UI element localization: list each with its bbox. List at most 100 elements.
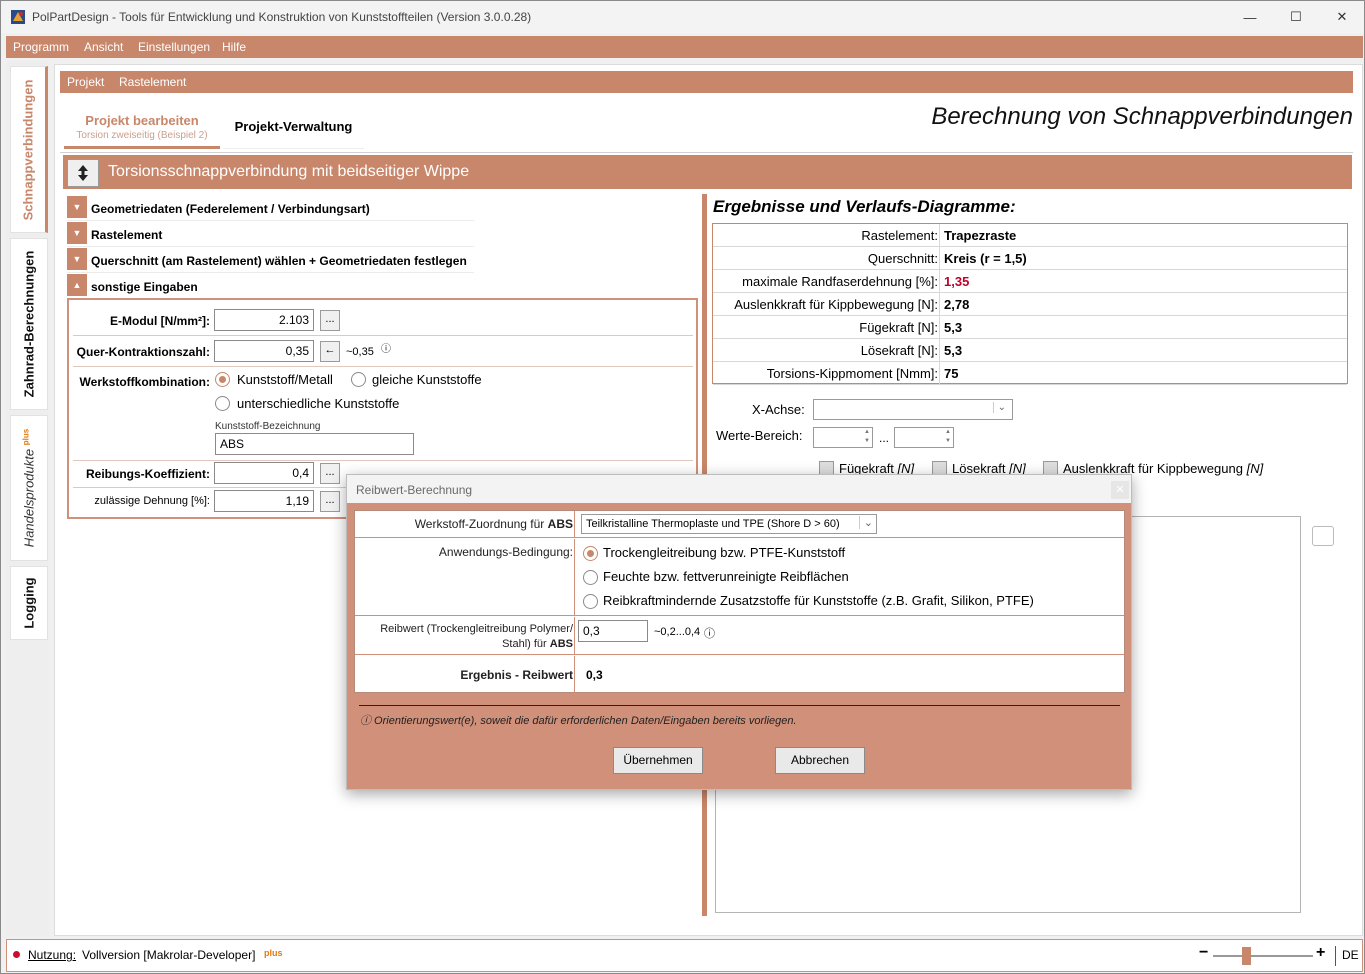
werte-min-spinner[interactable]: ▲ ▼: [813, 427, 873, 448]
dehnung-more-button[interactable]: ...: [320, 491, 340, 512]
radio-trockengleitreibung[interactable]: [583, 546, 598, 561]
chevron-down-icon: ▼: [67, 222, 87, 244]
chevron-up-icon: ▲: [67, 274, 87, 296]
werkstoff-zuordnung-dropdown[interactable]: Teilkristalline Thermoplaste und TPE (Sh…: [581, 514, 877, 534]
radio-unterschiedliche-kunststoffe[interactable]: [215, 396, 230, 411]
chevron-down-icon: ▼: [67, 248, 87, 270]
submenu-projekt[interactable]: Projekt: [67, 75, 104, 89]
kunststoff-bezeichnung-input[interactable]: ABS: [215, 433, 414, 455]
language-indicator[interactable]: DE: [1342, 948, 1359, 962]
quer-apply-button[interactable]: ←: [320, 341, 340, 362]
chevron-down-icon: ⌄: [858, 516, 873, 529]
menu-hilfe[interactable]: Hilfe: [222, 40, 246, 54]
dialog-title: Reibwert-Berechnung: [356, 483, 473, 497]
zoom-in-button[interactable]: +: [1316, 944, 1325, 962]
werte-max-spinner[interactable]: ▲ ▼: [894, 427, 954, 448]
zoom-slider-thumb[interactable]: [1242, 947, 1251, 965]
zoom-slider[interactable]: [1213, 955, 1313, 957]
menu-ansicht[interactable]: Ansicht: [84, 40, 123, 54]
result-row: Lösekraft [N]: 5,3: [713, 339, 1347, 362]
tab-projekt-bearbeiten[interactable]: Projekt bearbeiten Torsion zweiseitig (B…: [64, 105, 220, 149]
reibwert-label: Stahl) für: [502, 638, 547, 650]
minimize-button[interactable]: —: [1227, 1, 1273, 33]
result-key: maximale Randfaserdehnung [%]:: [742, 274, 938, 289]
side-tab-handelsprodukte[interactable]: Handelsprodukte plus: [10, 415, 48, 561]
window-title: PolPartDesign - Tools für Entwicklung un…: [32, 10, 532, 24]
info-icon: ⓘ: [381, 344, 391, 355]
plus-badge: plus: [21, 428, 31, 446]
kunststoff-bezeichnung-label: Kunststoff-Bezeichnung: [215, 421, 321, 432]
zoom-out-button[interactable]: −: [1199, 944, 1208, 962]
dialog-title-bar: Reibwert-Berechnung ✕: [347, 475, 1131, 503]
status-bar: Nutzung: Vollversion [Makrolar-Developer…: [6, 939, 1363, 972]
section-rastelement[interactable]: ▼ Rastelement: [67, 222, 474, 247]
emodul-more-button[interactable]: ...: [320, 310, 340, 331]
zuordnung-label: Werkstoff-Zuordnung für: [414, 517, 545, 531]
result-key: Fügekraft [N]:: [859, 320, 938, 335]
dehnung-input[interactable]: 1,19: [214, 490, 314, 512]
radio-gleiche-kunststoffe[interactable]: [351, 372, 366, 387]
xachse-label: X-Achse:: [752, 402, 805, 417]
submenu-rastelement[interactable]: Rastelement: [119, 75, 186, 89]
tab-projekt-verwaltung[interactable]: Projekt-Verwaltung: [223, 105, 364, 149]
reibwert-hint: ~0,2...0,4: [654, 626, 701, 638]
updown-arrows-icon: [78, 165, 88, 181]
emodul-input[interactable]: 2.103: [214, 309, 314, 331]
radio-label: Reibkraftmindernde Zusatzstoffe für Kuns…: [603, 593, 1034, 608]
result-key: Lösekraft [N]:: [860, 343, 938, 358]
section-title: Querschnitt (am Rastelement) wählen + Ge…: [91, 254, 467, 268]
menu-einstellungen[interactable]: Einstellungen: [138, 40, 210, 54]
results-table: Rastelement: Trapezraste Querschnitt: Kreis…: [712, 223, 1348, 385]
result-value: 75: [944, 366, 959, 381]
uebernehmen-button[interactable]: Übernehmen: [613, 747, 703, 774]
dialog-form: Werkstoff-Zuordnung für ABS Teilkristall…: [354, 510, 1125, 694]
section-querschnitt[interactable]: ▼ Querschnitt (am Rastelement) wählen + …: [67, 248, 474, 273]
maximize-button[interactable]: ☐: [1273, 1, 1319, 33]
dialog-close-button[interactable]: ✕: [1111, 481, 1129, 499]
section-geometriedaten[interactable]: ▼ Geometriedaten (Federelement / Verbind…: [67, 196, 474, 221]
radio-reibkraftmindernd[interactable]: [583, 594, 598, 609]
result-value: 5,3: [944, 320, 963, 335]
section-sonstige-eingaben[interactable]: ▲ sonstige Eingaben: [67, 274, 474, 299]
dehnung-label: zulässige Dehnung [%]:: [94, 495, 210, 507]
close-button[interactable]: ✕: [1319, 1, 1365, 33]
chevron-down-icon: ▼: [67, 196, 87, 218]
result-value: 1,35: [944, 274, 970, 289]
version-text: Vollversion [Makrolar-Developer]: [82, 948, 256, 962]
section-header-title: Torsionsschnappverbindung mit beidseitig…: [108, 163, 470, 180]
unit-label: [N]: [1246, 461, 1264, 476]
reibung-label: Reibungs-Koeffizient:: [86, 467, 210, 481]
radio-label: Kunststoff/Metall: [237, 372, 333, 387]
side-tab-logging[interactable]: Logging: [10, 566, 48, 640]
reibung-more-button[interactable]: ...: [320, 463, 340, 484]
tab-label: Projekt bearbeiten: [85, 113, 199, 128]
side-tab-schnapp[interactable]: Schnappverbindungen: [10, 66, 48, 233]
emodul-label: E-Modul [N/mm²]:: [110, 314, 210, 328]
radio-label: gleiche Kunststoffe: [372, 372, 482, 387]
ergebnis-label: Ergebnis - Reibwert: [460, 668, 573, 682]
nutzung-link[interactable]: Nutzung:: [28, 948, 76, 962]
status-dot-icon: [13, 951, 20, 958]
radio-kunststoff-metall[interactable]: [215, 372, 230, 387]
result-key: Querschnitt:: [867, 251, 938, 266]
reibwert-input[interactable]: 0,3: [578, 620, 648, 642]
result-value: 2,78: [944, 297, 970, 312]
reibung-input[interactable]: 0,4: [214, 462, 314, 484]
side-tab-zahnrad[interactable]: Zahnrad-Berechnungen: [10, 238, 48, 410]
quer-input[interactable]: 0,35: [214, 340, 314, 362]
expand-toggle-button[interactable]: [67, 159, 99, 187]
side-tab-label: Logging: [21, 577, 37, 629]
abbrechen-button[interactable]: Abbrechen: [775, 747, 865, 774]
app-icon: [11, 10, 25, 24]
dropdown-value: Teilkristalline Thermoplaste und TPE (Sh…: [586, 518, 840, 530]
side-tab-bar: Schnappverbindungen Zahnrad-Berechnungen…: [6, 61, 49, 936]
range-separator: ...: [879, 431, 890, 445]
menu-programm[interactable]: Programm: [13, 40, 69, 54]
section-header: Torsionsschnappverbindung mit beidseitig…: [63, 155, 1352, 189]
anwendung-label: Anwendungs-Bedingung:: [438, 545, 573, 559]
plus-badge: plus: [264, 948, 283, 958]
chart-option-checkbox[interactable]: [1312, 526, 1334, 546]
radio-feuchte[interactable]: [583, 570, 598, 585]
xachse-dropdown[interactable]: ⌄: [813, 399, 1013, 420]
result-row: Torsions-Kippmoment [Nmm]: 75: [713, 362, 1347, 385]
